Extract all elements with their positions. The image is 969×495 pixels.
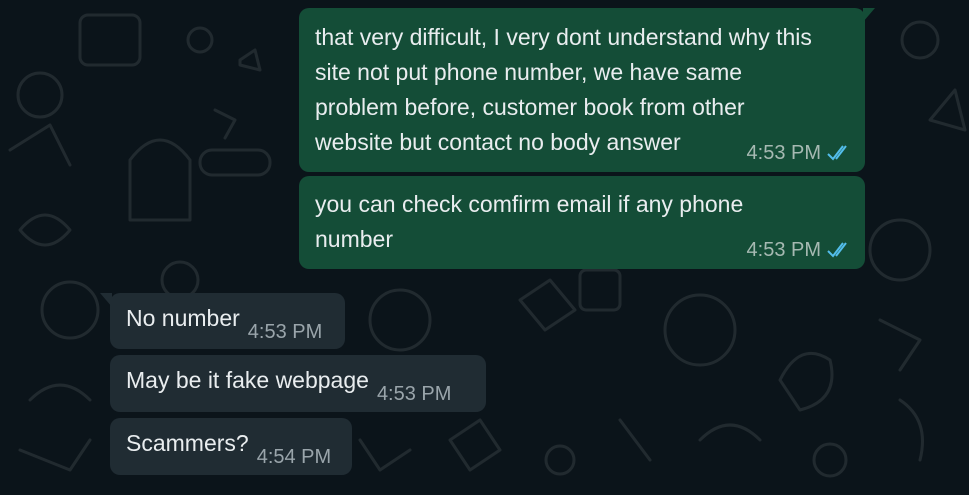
incoming-message[interactable]: Scammers? 4:54 PM [110,418,352,475]
message-time: 4:53 PM [746,239,821,261]
outgoing-message[interactable]: that very difficult, I very dont underst… [299,8,875,172]
chat-messages: that very difficult, I very dont underst… [0,0,969,495]
message-text: May be it fake webpage [126,367,369,393]
message-time: 4:53 PM [746,142,821,164]
message-time: 4:53 PM [376,383,452,405]
message-meta: 4:53 PM [747,239,853,261]
double-check-read-icon [827,145,847,161]
message-time: 4:54 PM [256,446,332,468]
double-check-read-icon [827,242,847,258]
incoming-message[interactable]: No number 4:53 PM [100,293,345,349]
message-time: 4:53 PM [247,321,323,343]
message-text: Scammers? [126,430,249,456]
incoming-message[interactable]: May be it fake webpage 4:53 PM [110,355,486,412]
message-text: that very difficult, I very dont underst… [315,24,819,155]
bubble-tail [863,8,875,22]
bubble-tail [100,293,112,307]
outgoing-message[interactable]: you can check comfirm email if any phone… [299,176,865,269]
message-meta: 4:53 PM [747,142,853,164]
message-text: No number [126,305,240,331]
message-text: you can check comfirm email if any phone… [315,191,750,252]
